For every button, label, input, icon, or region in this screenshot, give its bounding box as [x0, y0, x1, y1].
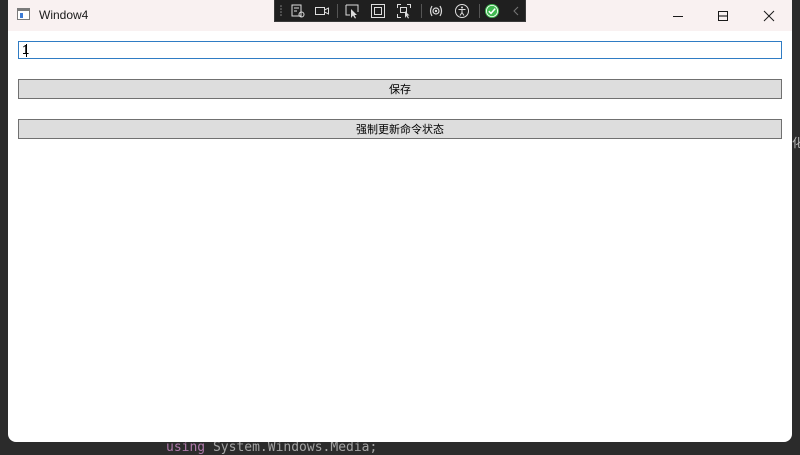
- code-keyword: using: [166, 440, 206, 455]
- binding-failures-icon[interactable]: [427, 2, 445, 20]
- background-code-line: using System.Windows.Media;: [166, 440, 377, 455]
- track-focus-icon[interactable]: [395, 2, 413, 20]
- collapse-icon[interactable]: [507, 2, 525, 20]
- hot-reload-ok-icon[interactable]: [483, 2, 501, 20]
- toolbar-separator: [421, 4, 422, 18]
- force-refresh-button-label: 强制更新命令状态: [356, 123, 444, 136]
- maximize-icon: [718, 10, 728, 21]
- text-input[interactable]: 1: [18, 41, 782, 59]
- toolbar-separator: [479, 4, 480, 18]
- save-button[interactable]: 保存: [18, 79, 782, 99]
- window-title: Window4: [39, 8, 89, 22]
- app-window: Window4: [8, 0, 792, 442]
- maximize-button[interactable]: [700, 0, 746, 31]
- accessibility-icon[interactable]: [453, 2, 471, 20]
- debug-toolbar: [274, 0, 526, 22]
- code-text: System.Windows.Media;: [205, 440, 378, 455]
- force-refresh-command-state-button[interactable]: 强制更新命令状态: [18, 119, 782, 139]
- app-window-icon: [17, 8, 30, 20]
- close-icon: [763, 10, 775, 21]
- minimize-icon: [673, 15, 683, 17]
- camera-icon[interactable]: [313, 2, 331, 20]
- display-layout-adorners-icon[interactable]: [369, 2, 387, 20]
- close-button[interactable]: [746, 0, 792, 31]
- toolbar-separator: [337, 4, 338, 18]
- minimize-button-hit[interactable]: [655, 0, 701, 31]
- live-visual-tree-icon[interactable]: [289, 2, 307, 20]
- save-button-label: 保存: [389, 83, 411, 96]
- background-edge-text: 化: [792, 136, 800, 150]
- select-element-icon[interactable]: [343, 2, 361, 20]
- gripper-icon[interactable]: [277, 2, 285, 20]
- text-caret: [26, 44, 27, 57]
